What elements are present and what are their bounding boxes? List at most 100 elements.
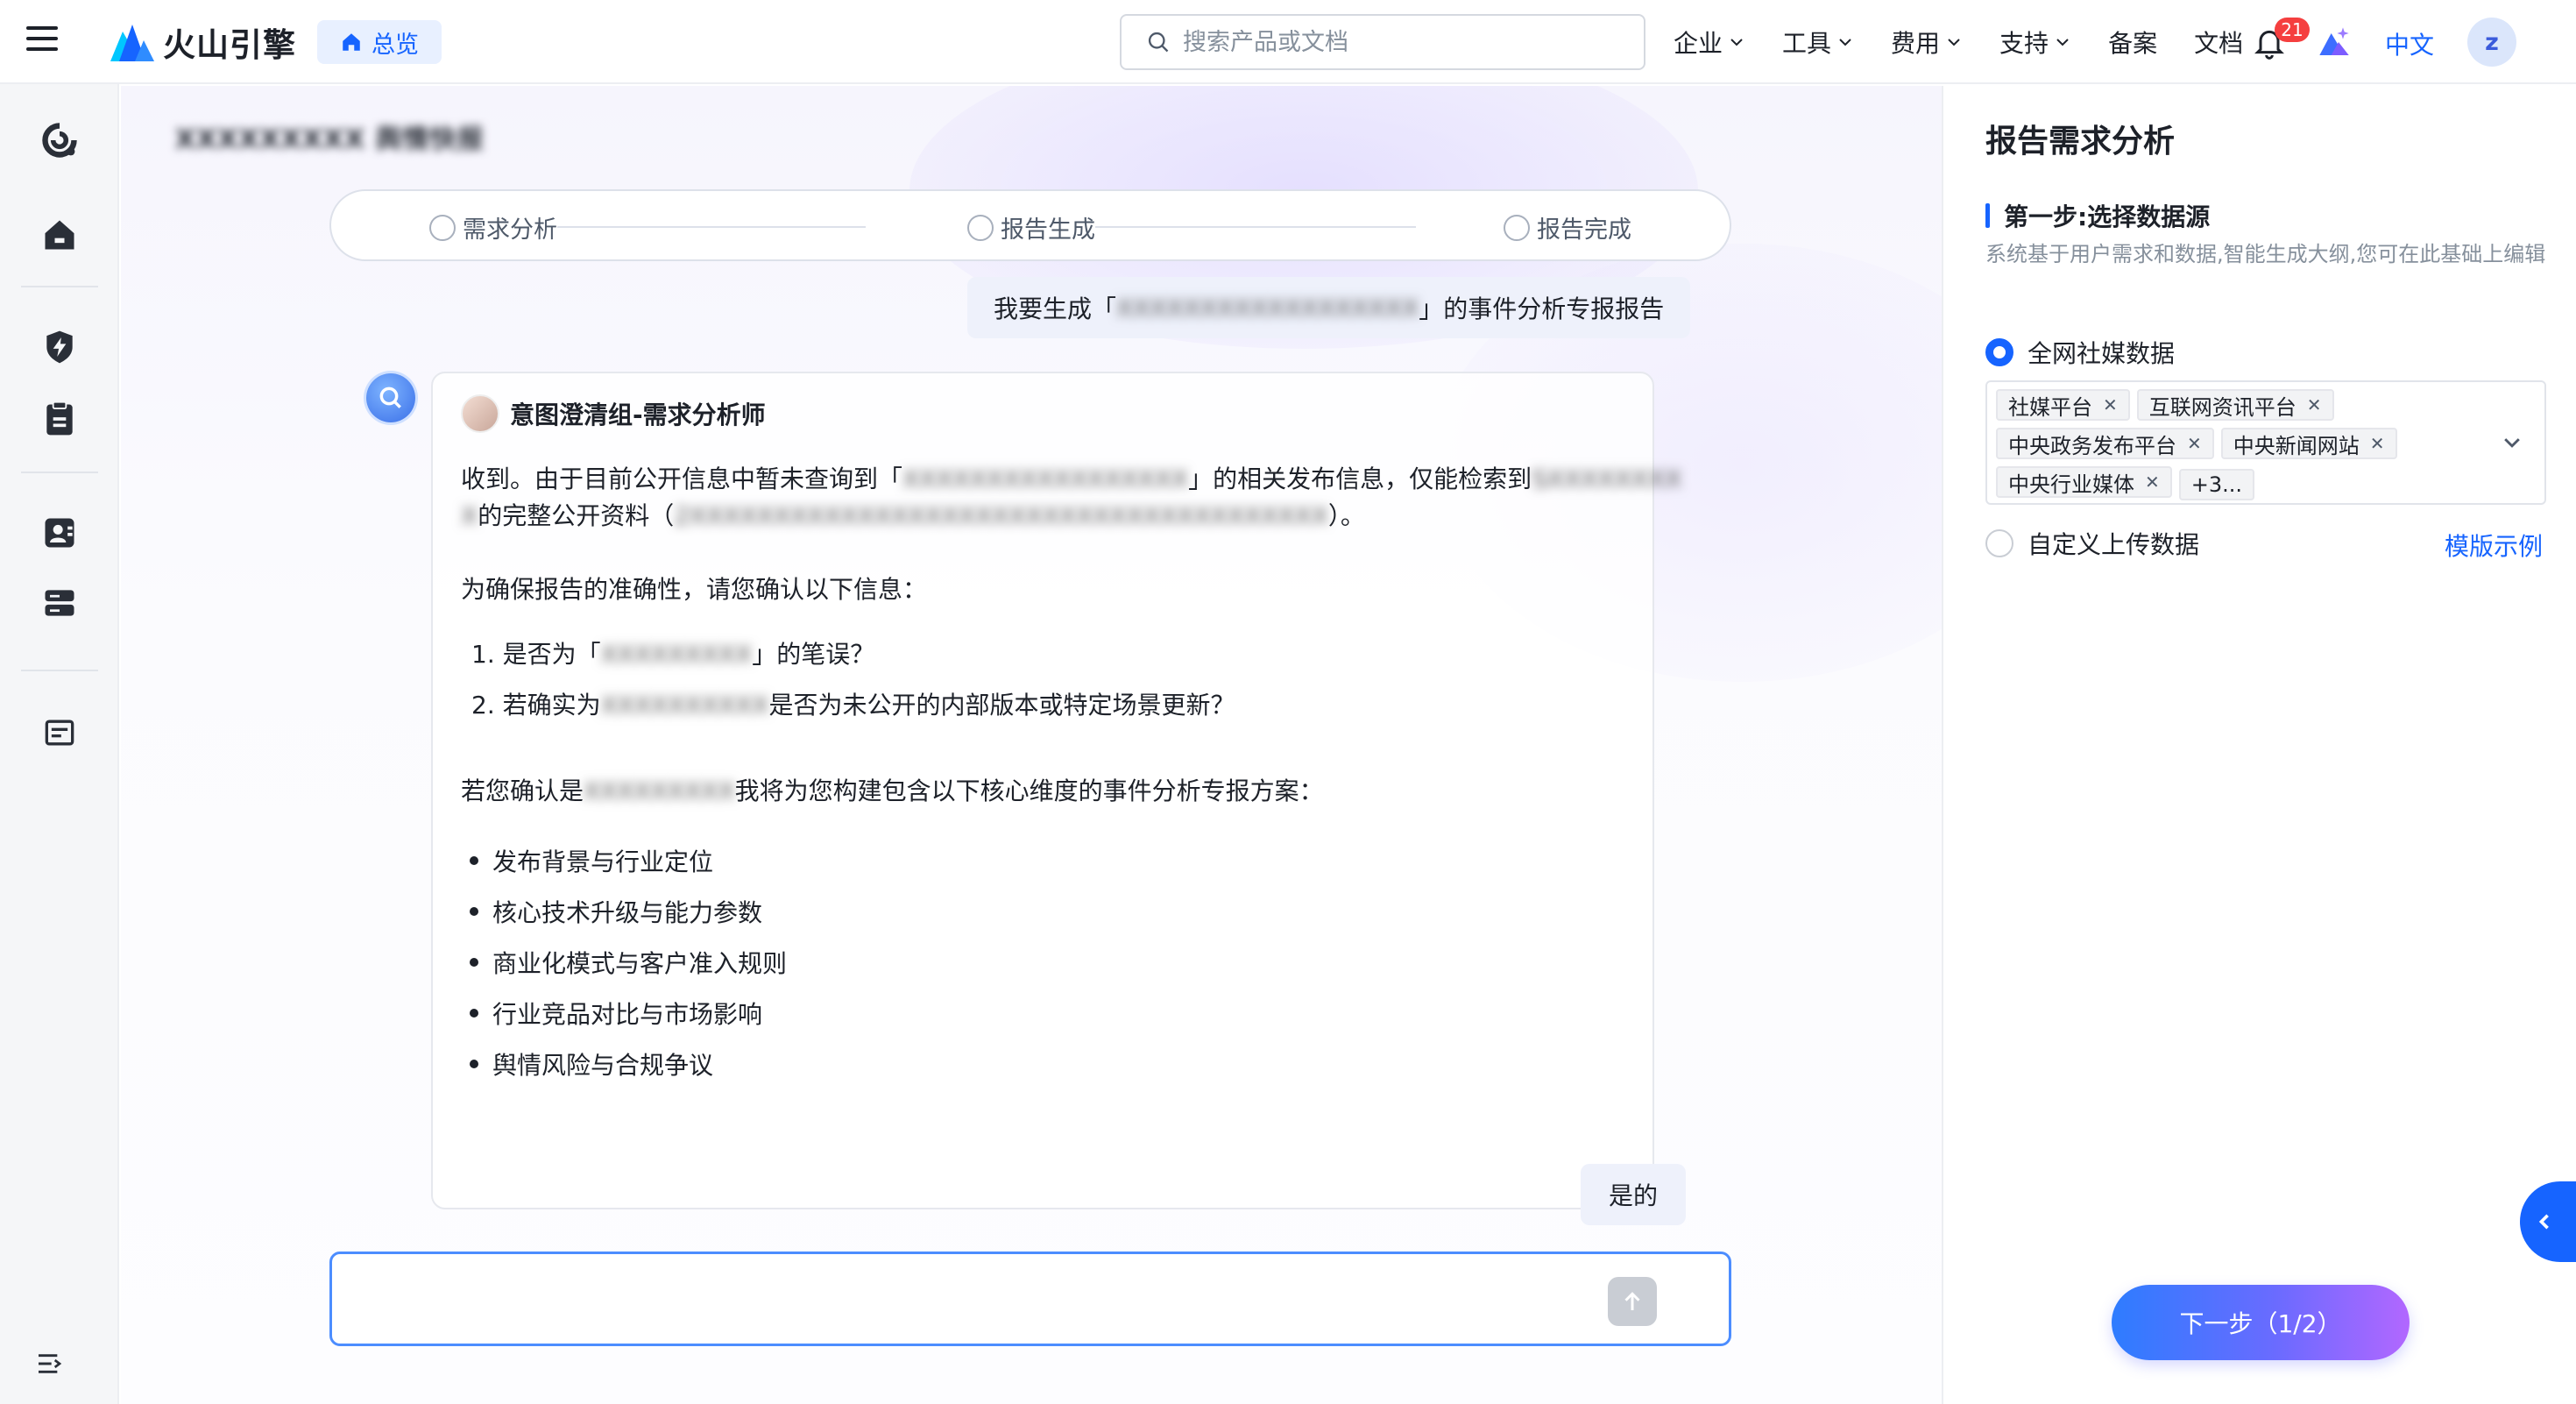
- progress-stepper: 需求分析 报告生成 报告完成: [329, 189, 1731, 261]
- nav-label: 支持: [1999, 29, 2049, 58]
- redacted-text: XXXXXXXXXXXXXXXXX: [902, 464, 1189, 493]
- nav-billing[interactable]: 费用: [1891, 25, 1963, 60]
- global-search[interactable]: [1120, 14, 1645, 70]
- close-icon[interactable]: ✕: [2307, 394, 2322, 415]
- nav-label: 费用: [1891, 29, 1941, 58]
- chevron-left-icon: [2538, 1214, 2549, 1230]
- step-report-complete[interactable]: 报告完成: [1504, 210, 1631, 245]
- tag-central-news: 中央新闻网站 ✕: [2220, 428, 2397, 459]
- user-message: 我要生成「 XXXXXXXXXXXXXXXXXX 」的事件分析专报报告: [967, 277, 1691, 338]
- message-text: 我要生成「: [994, 294, 1117, 323]
- message-paragraph: 收到。由于目前公开信息中暂未查询到「XXXXXXXXXXXXXXXXX」的相关发…: [461, 461, 1681, 498]
- nav-filing[interactable]: 备案: [2108, 25, 2157, 60]
- step-circle-icon: [429, 214, 456, 241]
- agent-avatar: [461, 394, 499, 433]
- list-item: 舆情风险与合规争议: [470, 1046, 713, 1081]
- next-step-button[interactable]: 下一步（1/2）: [2112, 1285, 2410, 1360]
- notes-icon[interactable]: [40, 713, 79, 752]
- home-icon[interactable]: [40, 216, 79, 254]
- radio-selected-icon: [1985, 338, 2013, 366]
- agent-name: 意图澄清组-需求分析师: [510, 401, 766, 429]
- nav-support[interactable]: 支持: [1999, 25, 2071, 60]
- step-requirement-analysis[interactable]: 需求分析: [429, 210, 557, 245]
- search-icon: [379, 386, 401, 408]
- message-input[interactable]: [350, 1270, 1629, 1331]
- language-switch[interactable]: 中文: [2385, 26, 2434, 61]
- collapse-sidebar-icon[interactable]: [35, 1350, 63, 1378]
- tag-central-industry: 中央行业媒体 ✕: [1996, 466, 2172, 498]
- tag-social-platform: 社媒平台 ✕: [1996, 389, 2130, 421]
- step-report-generation[interactable]: 报告生成: [967, 210, 1095, 245]
- close-icon[interactable]: ✕: [2187, 433, 2202, 454]
- tag-label: 互联网资讯平台: [2148, 394, 2296, 420]
- close-icon[interactable]: ✕: [2103, 394, 2118, 415]
- storage-icon[interactable]: [40, 584, 79, 622]
- nav-label: 企业: [1674, 29, 1723, 58]
- contacts-icon[interactable]: [40, 514, 79, 552]
- nav-label: 备案: [2108, 29, 2158, 58]
- nav-enterprise[interactable]: 企业: [1674, 25, 1745, 60]
- option-custom-upload[interactable]: 自定义上传数据: [1985, 526, 2199, 561]
- product-logo-icon[interactable]: [40, 121, 79, 160]
- chevron-down-icon[interactable]: [2501, 431, 2523, 454]
- text-segment: ）。: [1327, 501, 1365, 530]
- message-text: 」的事件分析专报报告: [1419, 294, 1665, 323]
- document-icon[interactable]: [40, 400, 79, 438]
- redacted-text: XXXXXXXXX: [600, 640, 753, 669]
- tag-internet-news: 互联网资讯平台 ✕: [2136, 389, 2334, 421]
- assistant-avatar: [366, 373, 415, 422]
- text-segment: 是否为未公开的内部版本或特定场景更新？: [768, 691, 1235, 720]
- brand-logo[interactable]: 火山引擎: [110, 18, 296, 67]
- redacted-text: SXXXXXXXX: [1532, 464, 1682, 493]
- step-circle-icon: [1504, 214, 1530, 241]
- sidebar-divider: [21, 670, 98, 671]
- list-item: 行业竞品对比与市场影响: [470, 996, 762, 1031]
- brand-name: 火山引擎: [163, 26, 296, 64]
- redacted-text: XXXXXXXXXXXXXXXXXX: [1116, 293, 1419, 323]
- message-composer: [329, 1252, 1731, 1346]
- more-tags-chip[interactable]: +3...: [2178, 468, 2255, 500]
- list-item: 核心技术升级与能力参数: [470, 894, 762, 929]
- home-icon: [343, 33, 360, 51]
- nav-tools[interactable]: 工具: [1782, 25, 1854, 60]
- top-bar: 火山引擎 总览 企业 工具 费用 支持 备案: [0, 0, 2576, 84]
- arrow-up-icon: [1624, 1292, 1640, 1310]
- template-example-link[interactable]: 模版示例: [2445, 528, 2543, 563]
- list-item: 发布背景与行业定位: [470, 843, 713, 878]
- user-reply: 是的: [1581, 1164, 1687, 1225]
- nav-docs[interactable]: 文档: [2194, 25, 2243, 60]
- home-overview-button[interactable]: 总览: [317, 20, 442, 64]
- question-1: 1. 是否为「XXXXXXXXX」的笔误？: [471, 636, 874, 673]
- step-label: 报告生成: [1001, 216, 1095, 244]
- nav-label: 工具: [1782, 29, 1832, 58]
- text-segment: 」的笔误？: [752, 640, 875, 669]
- search-input[interactable]: [1183, 28, 1621, 56]
- top-nav: 企业 工具 费用 支持 备案 文档: [1674, 0, 2280, 84]
- left-sidebar: [0, 84, 119, 1404]
- data-source-select[interactable]: 社媒平台 ✕ 互联网资讯平台 ✕ 中央政务发布平台 ✕ 中央新闻网站 ✕ 中央行业媒体 ✕ +3…: [1985, 380, 2546, 505]
- user-avatar[interactable]: z: [2467, 18, 2516, 67]
- stepper-connector: [1095, 226, 1416, 228]
- redacted-text: 2XXXXXXXXXXXXXXXXXXXXXXXXXXXXXXXXXXXXXX: [674, 501, 1328, 530]
- option-label: 全网社媒数据: [2028, 339, 2176, 368]
- option-all-network-data[interactable]: 全网社媒数据: [1985, 335, 2175, 370]
- stepper-connector: [557, 226, 866, 228]
- send-button[interactable]: [1608, 1277, 1657, 1326]
- text-segment: 」的相关发布信息，仅能检索到: [1188, 464, 1532, 493]
- menu-icon[interactable]: [26, 26, 58, 58]
- step-label: 报告完成: [1537, 216, 1631, 244]
- report-config-panel: 报告需求分析 第一步:选择数据源 系统基于用户需求和数据,智能生成大纲,您可在此…: [1942, 86, 2576, 1404]
- shield-bolt-icon[interactable]: [40, 328, 79, 366]
- home-label: 总览: [372, 31, 419, 59]
- close-icon[interactable]: ✕: [2370, 433, 2385, 454]
- ai-assistant-icon[interactable]: [2317, 25, 2352, 60]
- step-title: 第一步:选择数据源: [1985, 198, 2210, 233]
- notification-badge: 21: [2275, 18, 2310, 42]
- text-segment: 1. 是否为「: [471, 640, 601, 669]
- page-title: XXXXXXXXX 舆情快报: [175, 124, 485, 155]
- text-segment: 若您确认是: [461, 776, 584, 805]
- close-icon[interactable]: ✕: [2145, 472, 2160, 493]
- panel-title: 报告需求分析: [1985, 124, 2176, 160]
- chevron-down-icon: [1948, 39, 1960, 46]
- radio-unselected-icon: [1985, 529, 2013, 557]
